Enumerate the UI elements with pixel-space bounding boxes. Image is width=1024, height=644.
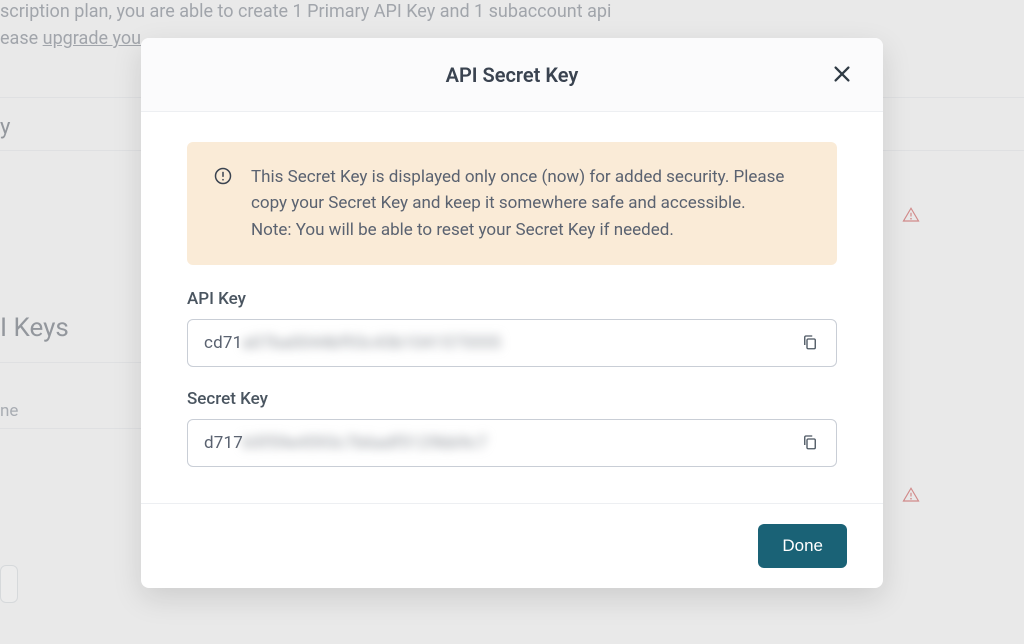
alert-icon <box>213 166 233 186</box>
copy-api-key-button[interactable] <box>796 329 824 357</box>
close-button[interactable] <box>829 62 855 88</box>
modal-header: API Secret Key <box>141 38 883 112</box>
secret-key-value: d717b5f59e4593c7b6adf5129bb9c7 <box>204 433 487 453</box>
copy-secret-key-button[interactable] <box>796 429 824 457</box>
api-key-field-group: API Key cd71a07ba0044bf93c43b1041575555 <box>187 289 837 367</box>
done-button[interactable]: Done <box>758 524 847 568</box>
api-key-box[interactable]: cd71a07ba0044bf93c43b1041575555 <box>187 319 837 367</box>
modal-title: API Secret Key <box>446 63 579 87</box>
api-secret-key-modal: API Secret Key This Secret Key is displa… <box>141 38 883 588</box>
close-icon <box>831 63 853 88</box>
copy-icon <box>801 332 819 355</box>
secret-key-field-group: Secret Key d717b5f59e4593c7b6adf5129bb9c… <box>187 389 837 467</box>
api-key-value: cd71a07ba0044bf93c43b1041575555 <box>204 333 501 353</box>
secret-key-label: Secret Key <box>187 389 837 409</box>
notice-text: This Secret Key is displayed only once (… <box>251 164 811 243</box>
security-notice: This Secret Key is displayed only once (… <box>187 142 837 265</box>
secret-key-box[interactable]: d717b5f59e4593c7b6adf5129bb9c7 <box>187 419 837 467</box>
copy-icon <box>801 432 819 455</box>
modal-footer: Done <box>141 503 883 588</box>
modal-body: This Secret Key is displayed only once (… <box>141 112 883 503</box>
api-key-label: API Key <box>187 289 837 309</box>
